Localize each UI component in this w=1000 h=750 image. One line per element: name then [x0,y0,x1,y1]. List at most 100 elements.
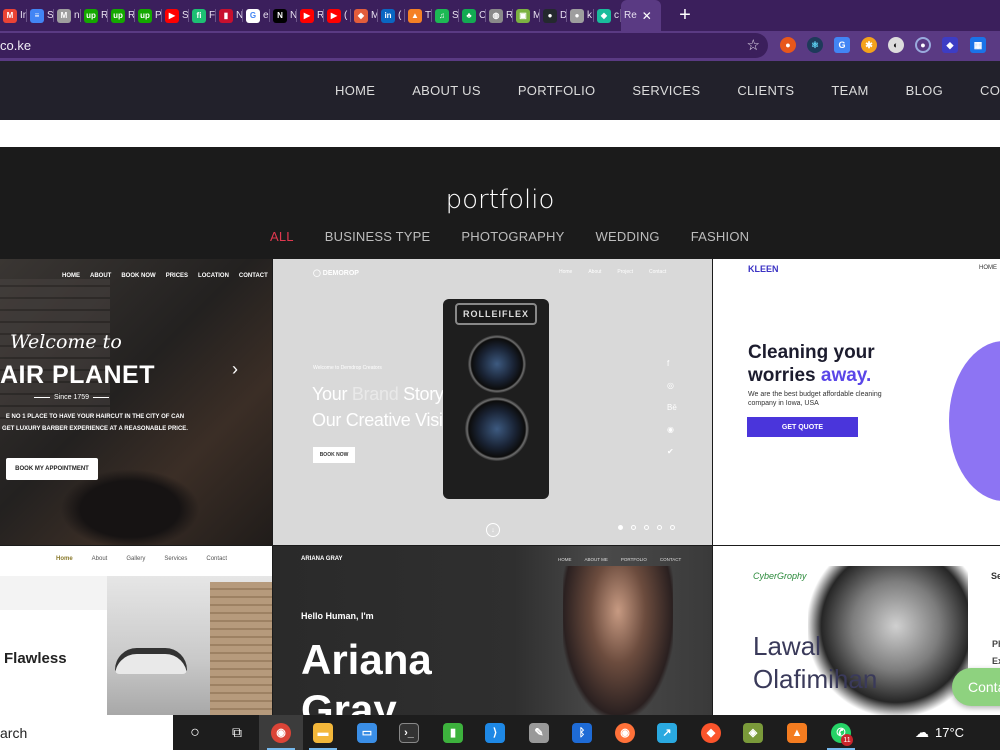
nav-link-blog[interactable]: BLOG [906,83,943,98]
browser-tab[interactable]: ● D [540,0,567,31]
git-icon[interactable]: ◈ [731,715,775,750]
browser-tab[interactable]: ● k [567,0,594,31]
filter-all[interactable]: ALL [270,229,294,244]
extension-record-icon[interactable]: ● [915,37,931,53]
google-icon: G [246,8,260,23]
new-tab-button[interactable]: + [667,0,703,31]
fiverr-icon: fi [192,8,206,23]
cortana-icon[interactable]: ○ [173,715,217,750]
filter-fashion[interactable]: FASHION [691,229,749,244]
extension-search-icon[interactable]: ▦ [970,37,986,53]
portfolio-item-kleen[interactable]: KLEEN HOME Cleaning your worries away. W… [713,259,1000,545]
portfolio-item-barber[interactable]: HOME ABOUT BOOK NOW PRICES LOCATION CONTACT W… [0,259,272,545]
whatsapp-icon[interactable]: ✆ 11 [819,715,863,750]
browser-tab[interactable]: NN [270,0,297,31]
taskbar-search[interactable]: arch [0,715,173,750]
active-browser-tab[interactable]: Re ✕ [621,0,661,31]
slider-dot[interactable] [631,525,636,530]
browser-tab[interactable]: ◆ M [351,0,378,31]
camera-top-lens-graphic [468,335,526,393]
portfolio-item-gallery[interactable]: Home About Gallery Services Contact Flawless [0,546,272,715]
close-tab-icon[interactable]: ✕ [642,9,652,23]
nav-link-home[interactable]: HOME [335,83,375,98]
slider-dot[interactable] [670,525,675,530]
temperature: 17°C [935,725,965,740]
browser-tab[interactable]: Mn [54,0,81,31]
contact-button[interactable]: Conta [952,668,1000,706]
browser-tab[interactable]: ▲ T [405,0,432,31]
extension-react-icon[interactable]: ⚛ [807,37,823,53]
barber-nav-item: HOME [62,273,80,279]
extension-dark-mode-icon[interactable]: ◐ [888,37,904,53]
browser-tab[interactable]: ▶ R [297,0,324,31]
task-view-icon[interactable]: ⧉ [215,715,259,750]
camera-kicker: Welcome to Demdrop Creators [313,365,382,371]
slider-dot[interactable] [644,525,649,530]
extension-gear-icon[interactable]: ✱ [861,37,877,53]
portfolio-filters: ALL BUSINESS TYPE PHOTOGRAPHY WEDDING FASHIO… [270,229,780,244]
filter-photography[interactable]: PHOTOGRAPHY [461,229,564,244]
slider-dot[interactable] [657,525,662,530]
laptop-icon[interactable]: ▭ [345,715,389,750]
nav-link-conta[interactable]: CONTA [980,83,1000,98]
database-icon[interactable]: ▮ [431,715,475,750]
browser-tab[interactable]: fi F [189,0,216,31]
portfolio-title: portfolio [445,185,555,215]
portrait-photo [563,566,673,715]
nav-link-services[interactable]: SERVICES [632,83,700,98]
share-icon[interactable]: ↗ [645,715,689,750]
browser-tab[interactable]: ▣ M [513,0,540,31]
weather-tray[interactable]: ☁ 17°C [915,715,964,750]
slider-dot[interactable] [618,525,623,530]
next-arrow-icon[interactable]: › [232,359,238,380]
bluetooth-icon[interactable]: ᛒ [560,715,604,750]
filter-wedding[interactable]: WEDDING [596,229,660,244]
diamond-icon: ◆ [597,8,611,23]
lawal-name-last: Olafimihan [753,664,878,694]
browser-tab[interactable]: ▮ N [216,0,243,31]
youtube-icon: ▶ [165,8,179,23]
vlc-icon[interactable]: ▲ [775,715,819,750]
terminal-icon[interactable]: ›_ [387,715,431,750]
scroll-down-icon[interactable]: ↓ [486,523,500,537]
browser-tab[interactable]: ▶( [324,0,351,31]
extension-translate-icon[interactable]: G [834,37,850,53]
bookmark-star-icon[interactable]: ☆ [747,36,760,54]
get-quote-button[interactable]: GET QUOTE [747,417,858,437]
address-url[interactable]: co.ke [0,38,31,53]
browser-tab[interactable]: in( [378,0,405,31]
nav-link-portfolio[interactable]: PORTFOLIO [518,83,596,98]
file-explorer-icon[interactable]: ▬ [301,715,345,750]
extension-puzzle-icon[interactable]: ◆ [942,37,958,53]
browser-tab[interactable]: ▶ S [162,0,189,31]
nav-link-team[interactable]: TEAM [831,83,868,98]
browser-tab[interactable]: ◆ c [594,0,621,31]
paint-icon[interactable]: ✎ [517,715,561,750]
browser-tab[interactable]: Ge [243,0,270,31]
book-appointment-button[interactable]: BOOK MY APPOINTMENT [6,458,98,480]
browser-tab[interactable]: up R [81,0,108,31]
chrome-taskbar-icon[interactable]: ◉ [259,715,303,750]
camera-bottom-lens-graphic [465,397,529,461]
ariana-greeting: Hello Human, I'm [301,611,374,621]
book-now-button[interactable]: BOOK NOW [313,447,355,463]
browser-tab[interactable]: ≡ S [27,0,54,31]
portfolio-item-camera[interactable]: ◯ DEMOROP Home About Project Contact Welcom… [273,259,712,545]
extension-fox-icon[interactable]: ● [780,37,796,53]
nav-link-about-us[interactable]: ABOUT US [412,83,481,98]
address-bar[interactable]: co.ke ☆ [0,33,768,58]
browser-tab[interactable]: ◍ R [486,0,513,31]
spotify-icon: ♫ [435,8,449,23]
nav-link-clients[interactable]: CLIENTS [737,83,794,98]
browser-tab[interactable]: ♣ C [459,0,486,31]
firefox-icon[interactable]: ◉ [603,715,647,750]
lawal-side-text: Ph Ex [992,636,1000,670]
portfolio-item-ariana[interactable]: ARIANA GRAY HOME ABOUT ME PORTFOLIO CONTACT… [273,546,712,715]
browser-tab[interactable]: ♫ S [432,0,459,31]
vscode-icon[interactable]: ⟩ [473,715,517,750]
browser-tab[interactable]: up P [135,0,162,31]
browser-tab[interactable]: M In [0,0,27,31]
browser-tab[interactable]: up R [108,0,135,31]
brave-icon[interactable]: ◆ [689,715,733,750]
filter-business-type[interactable]: BUSINESS TYPE [325,229,431,244]
